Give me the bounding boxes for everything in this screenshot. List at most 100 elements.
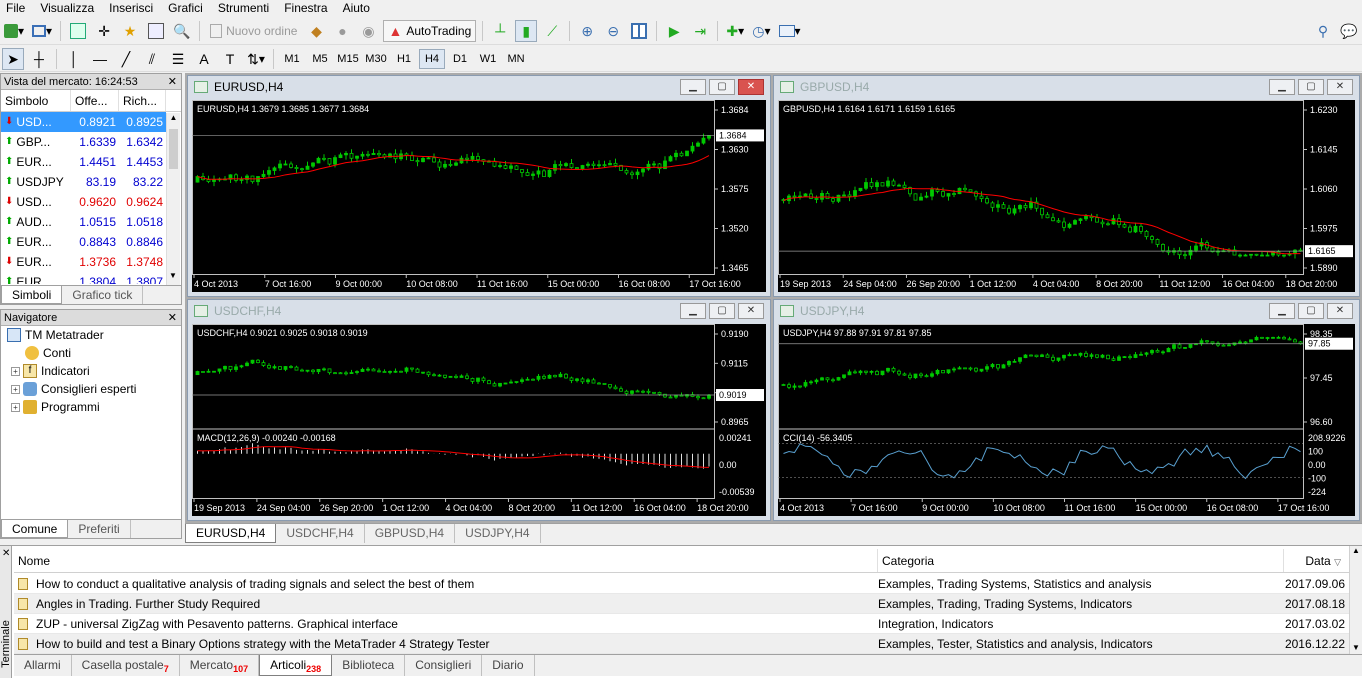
maximize-icon[interactable]: ▢ — [709, 79, 735, 95]
market-watch-row[interactable]: ⬆ AUD... 1.0515 1.0518 — [1, 212, 166, 232]
menu-inserisci[interactable]: Inserisci — [103, 0, 162, 17]
timeframe-mn[interactable]: MN — [503, 49, 529, 69]
market-watch-toggle-button[interactable] — [67, 20, 89, 42]
article-row[interactable]: Angles in Trading. Further Study Require… — [14, 594, 1349, 614]
scroll-up-icon[interactable]: ▲ — [167, 113, 180, 127]
tab-grafico-tick[interactable]: Grafico tick — [62, 286, 144, 304]
nav-item-indicatori[interactable]: + f Indicatori — [1, 362, 181, 380]
chart-window-gbpusd[interactable]: GBPUSD,H4 ▁ ▢ ✕ GBPUSD,H4 1.6164 1.6171 1.61… — [773, 75, 1360, 297]
fibonacci-button[interactable]: ☰ — [167, 48, 189, 70]
minimize-icon[interactable]: ▁ — [1269, 303, 1295, 319]
price-chart[interactable]: USDJPY,H4 97.88 97.91 97.81 97.85 98.35 97… — [778, 324, 1355, 516]
timeframe-w1[interactable]: W1 — [475, 49, 501, 69]
tile-windows-button[interactable] — [628, 20, 650, 42]
expand-icon[interactable]: + — [11, 366, 20, 376]
close-icon[interactable]: ✕ — [1327, 303, 1353, 319]
chart-window-title-bar[interactable]: GBPUSD,H4 ▁ ▢ ✕ — [774, 76, 1359, 98]
menu-grafici[interactable]: Grafici — [162, 0, 212, 17]
maximize-icon[interactable]: ▢ — [1298, 79, 1324, 95]
timeframe-m30[interactable]: M30 — [363, 49, 389, 69]
timeframe-h1[interactable]: H1 — [391, 49, 417, 69]
line-chart-button[interactable]: ⟋ — [541, 20, 563, 42]
nav-item-conti[interactable]: Conti — [1, 344, 181, 362]
chart-window-title-bar[interactable]: EURUSD,H4 ▁ ▢ ✕ — [188, 76, 770, 98]
chart-window-title-bar[interactable]: USDCHF,H4 ▁ ▢ ✕ — [188, 300, 770, 322]
terminal-tab-diario[interactable]: Diario — [482, 655, 535, 676]
zoom-in-button[interactable]: ⊕ — [576, 20, 598, 42]
timeframe-m5[interactable]: M5 — [307, 49, 333, 69]
market-watch-row[interactable]: ⬆ EUR... 1.4451 1.4453 — [1, 152, 166, 172]
expand-icon[interactable]: + — [11, 384, 20, 394]
close-icon[interactable]: ✕ — [738, 79, 764, 95]
price-chart[interactable]: USDCHF,H4 0.9021 0.9025 0.9018 0.9019 0.9… — [192, 324, 766, 516]
column-bid[interactable]: Offe... — [71, 90, 119, 111]
terminal-tab-mercato[interactable]: Mercato107 — [180, 655, 260, 676]
menu-strumenti[interactable]: Strumenti — [212, 0, 278, 17]
close-icon[interactable]: ✕ — [738, 303, 764, 319]
terminal-tab-allarmi[interactable]: Allarmi — [14, 655, 72, 676]
scroll-down-icon[interactable]: ▼ — [1350, 643, 1362, 652]
chart-tab-usdchf[interactable]: USDCHF,H4 — [276, 524, 365, 543]
article-row[interactable]: How to build and test a Binary Options s… — [14, 634, 1349, 654]
menu-visualizza[interactable]: Visualizza — [34, 0, 103, 17]
chart-tab-eurusd[interactable]: EURUSD,H4 — [185, 524, 277, 543]
price-chart[interactable]: GBPUSD,H4 1.6164 1.6171 1.6159 1.6165 1.6… — [778, 100, 1355, 292]
horizontal-line-button[interactable]: — — [89, 48, 111, 70]
metaeditor-button[interactable]: ◆ — [305, 20, 327, 42]
article-row[interactable]: ZUP - universal ZigZag with Pesavento pa… — [14, 614, 1349, 634]
market-watch-row[interactable]: ⬆ EUR... 0.8843 0.8846 — [1, 232, 166, 252]
column-nome[interactable]: Nome — [14, 549, 878, 572]
bar-chart-button[interactable]: ┴ — [489, 20, 511, 42]
article-row[interactable]: How to conduct a qualitative analysis of… — [14, 574, 1349, 594]
new-chart-button[interactable]: ▾ — [2, 20, 26, 42]
column-categoria[interactable]: Categoria — [878, 549, 1284, 572]
market-watch-row[interactable]: ⬇ USD... 0.8921 0.8925 — [1, 112, 166, 132]
new-order-button[interactable]: Nuovo ordine — [206, 20, 301, 42]
market-watch-row[interactable]: ⬆ EUR... 1.3804 1.3807 — [1, 272, 166, 284]
chart-window-usdjpy[interactable]: USDJPY,H4 ▁ ▢ ✕ USDJPY,H4 97.88 97.91 97.81 … — [773, 299, 1360, 521]
close-icon[interactable]: ✕ — [1327, 79, 1353, 95]
minimize-icon[interactable]: ▁ — [680, 303, 706, 319]
close-icon[interactable]: ✕ — [2, 548, 10, 559]
chart-window-usdchf[interactable]: USDCHF,H4 ▁ ▢ ✕ USDCHF,H4 0.9021 0.9025 0.90… — [187, 299, 771, 521]
chat-button[interactable]: 💬 — [1338, 20, 1360, 42]
timeframe-m1[interactable]: M1 — [279, 49, 305, 69]
chart-window-eurusd[interactable]: EURUSD,H4 ▁ ▢ ✕ EURUSD,H4 1.3679 1.3685 1.36… — [187, 75, 771, 297]
column-data[interactable]: Data ▽ — [1284, 549, 1349, 572]
column-ask[interactable]: Rich... — [119, 90, 166, 111]
market-watch-row[interactable]: ⬇ EUR... 1.3736 1.3748 — [1, 252, 166, 272]
trendline-button[interactable]: ╱ — [115, 48, 137, 70]
market-watch-row[interactable]: ⬇ USD... 0.9620 0.9624 — [1, 192, 166, 212]
market-watch-scrollbar[interactable]: ▲ ▼ — [166, 113, 180, 285]
menu-finestra[interactable]: Finestra — [278, 0, 336, 17]
close-icon[interactable]: ✕ — [168, 74, 177, 90]
channel-button[interactable]: ⫽ — [141, 48, 163, 70]
timeframe-m15[interactable]: M15 — [335, 49, 361, 69]
minimize-icon[interactable]: ▁ — [1269, 79, 1295, 95]
chart-tab-gbpusd[interactable]: GBPUSD,H4 — [365, 524, 456, 543]
terminal-tab-biblioteca[interactable]: Biblioteca — [332, 655, 406, 676]
data-window-button[interactable]: ✛ — [93, 20, 115, 42]
terminal-toggle-button[interactable] — [145, 20, 167, 42]
timeframe-h4[interactable]: H4 — [419, 48, 445, 69]
menu-file[interactable]: File — [0, 0, 34, 17]
maximize-icon[interactable]: ▢ — [709, 303, 735, 319]
terminal-scrollbar[interactable]: ▲ ▼ — [1349, 546, 1362, 654]
broadcast-button[interactable]: ◉ — [357, 20, 379, 42]
signals-button[interactable]: ● — [331, 20, 353, 42]
nav-item-consiglieri[interactable]: + Consiglieri esperti — [1, 380, 181, 398]
terminal-tab-casella-postale[interactable]: Casella postale7 — [72, 655, 180, 676]
search-button[interactable]: ⚲ — [1312, 20, 1334, 42]
arrows-button[interactable]: ⇅ ▾ — [245, 48, 267, 70]
market-watch-row[interactable]: ⬆ GBP... 1.6339 1.6342 — [1, 132, 166, 152]
minimize-icon[interactable]: ▁ — [680, 79, 706, 95]
scroll-down-icon[interactable]: ▼ — [167, 271, 179, 285]
chart-shift-button[interactable]: ⇥ — [689, 20, 711, 42]
expand-icon[interactable]: + — [11, 402, 20, 412]
text-button[interactable]: A — [193, 48, 215, 70]
autoscroll-button[interactable]: ▶ — [663, 20, 685, 42]
navigator-toggle-button[interactable]: ★ — [119, 20, 141, 42]
nav-root[interactable]: TM Metatrader — [1, 326, 181, 344]
autotrading-button[interactable]: ▲ AutoTrading — [383, 20, 477, 42]
close-icon[interactable]: ✕ — [168, 310, 177, 326]
